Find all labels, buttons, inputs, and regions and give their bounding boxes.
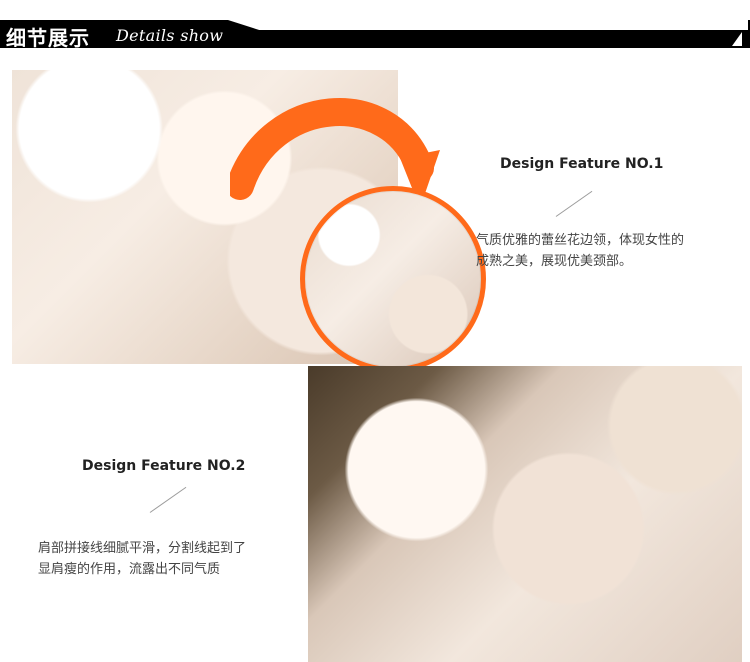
- feature-1-title: Design Feature NO.1: [500, 156, 664, 172]
- feature-1-desc-line-2: 成熟之美，展现优美颈部。: [476, 254, 633, 269]
- feature-2-separator: [149, 486, 187, 513]
- detail-zoom-circle: [300, 186, 486, 372]
- details-header: 细节展示 Details show: [0, 20, 750, 50]
- header-corner-decoration: [732, 32, 742, 46]
- shoulder-seam-photo: [308, 366, 742, 662]
- feature-2-desc-line-1: 肩部拼接线细腻平滑，分割线起到了: [38, 541, 247, 556]
- header-title-en: Details show: [116, 26, 224, 45]
- feature-2-title: Design Feature NO.2: [82, 458, 246, 474]
- header-title-cn: 细节展示: [6, 26, 90, 50]
- header-stripe: [228, 20, 748, 30]
- feature-2-description: 肩部拼接线细腻平滑，分割线起到了 显肩瘦的作用，流露出不同气质: [38, 538, 308, 580]
- feature-1-description: 气质优雅的蕾丝花边领，体现女性的 成熟之美，展现优美颈部。: [476, 230, 746, 272]
- feature-1-separator: [555, 190, 593, 217]
- feature-1-desc-line-1: 气质优雅的蕾丝花边领，体现女性的: [476, 233, 685, 248]
- feature-2-desc-line-2: 显肩瘦的作用，流露出不同气质: [38, 562, 221, 577]
